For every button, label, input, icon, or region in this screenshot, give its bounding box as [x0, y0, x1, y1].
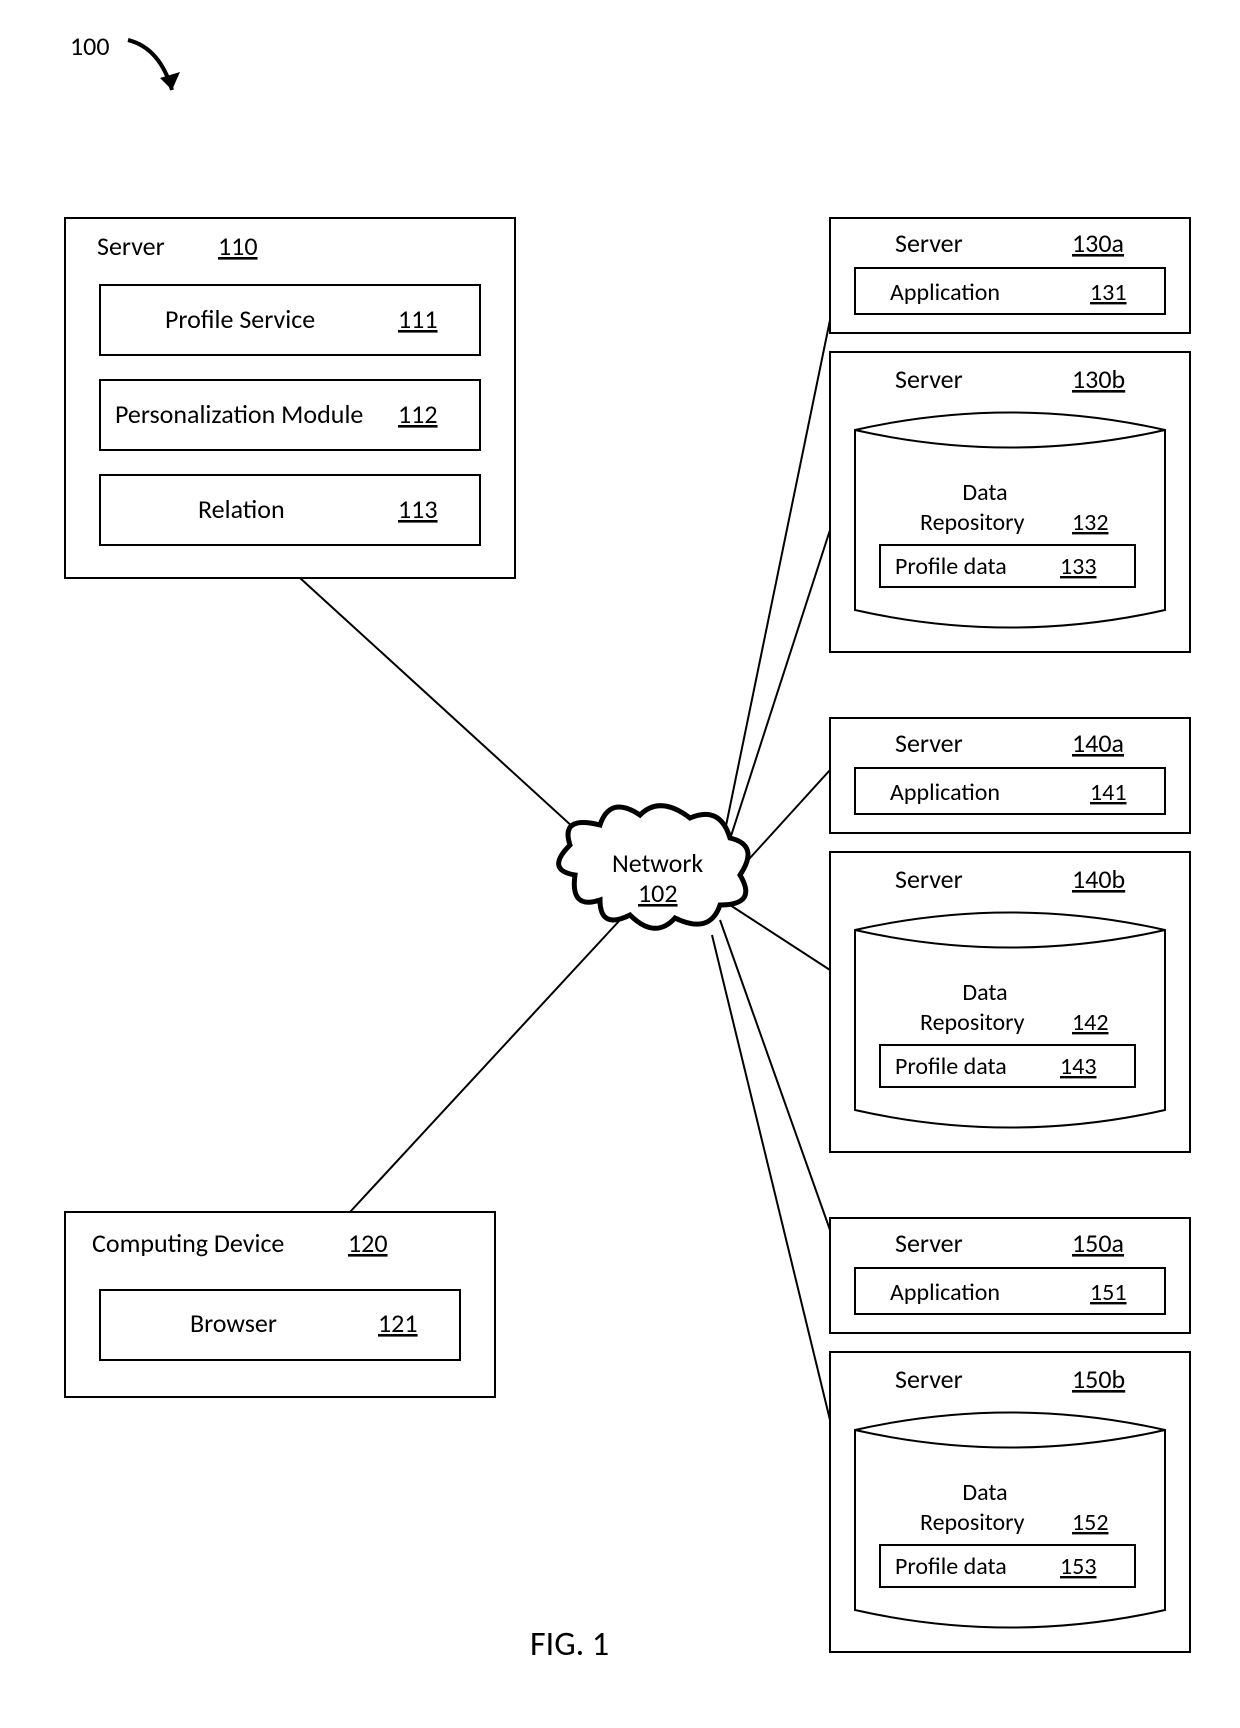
figure-caption: FIG. 1	[530, 1624, 609, 1665]
computing-device-ref: 120	[348, 1227, 388, 1259]
app-141-ref: 141	[1090, 778, 1127, 807]
repo-142-label-l1: Data	[962, 978, 1007, 1007]
app-151-label: Application	[890, 1278, 1000, 1307]
repo-142-ref: 142	[1072, 1008, 1109, 1037]
server-150a-title: Server	[895, 1227, 963, 1259]
server-130b-ref: 130b	[1072, 363, 1125, 395]
repo-132-label-l2: Repository	[920, 508, 1025, 537]
app-141-label: Application	[890, 778, 1000, 807]
computing-device-title: Computing Device	[92, 1227, 284, 1259]
browser-ref: 121	[378, 1307, 418, 1339]
server-150b-title: Server	[895, 1363, 963, 1395]
server-110-ref: 110	[218, 230, 258, 262]
app-server-150a: Server 150a Application 151	[830, 1218, 1190, 1333]
profile-143-label: Profile data	[895, 1052, 1007, 1081]
profile-service-label: Profile Service	[165, 303, 315, 335]
server-130a-ref: 130a	[1072, 227, 1124, 259]
app-server-140a: Server 140a Application 141	[830, 718, 1190, 833]
profile-143-ref: 143	[1060, 1052, 1097, 1081]
network-ref: 102	[638, 877, 678, 909]
server-150b-ref: 150b	[1072, 1363, 1125, 1395]
diagram-canvas: 100 Server 110 Profile Service 111 Perso…	[0, 0, 1240, 1728]
repo-152-label-l2: Repository	[920, 1508, 1025, 1537]
repo-152-ref: 152	[1072, 1508, 1109, 1537]
personalization-ref: 112	[398, 398, 438, 430]
profile-153-label: Profile data	[895, 1552, 1007, 1581]
repo-152-label-l1: Data	[962, 1478, 1007, 1507]
server-110-title: Server	[97, 230, 165, 262]
personalization-label: Personalization Module	[115, 398, 363, 430]
profile-153-ref: 153	[1060, 1552, 1097, 1581]
server-140b-ref: 140b	[1072, 863, 1125, 895]
server-110: Server 110 Profile Service 111 Personali…	[65, 218, 515, 578]
app-131-label: Application	[890, 278, 1000, 307]
relation-ref: 113	[398, 493, 438, 525]
server-140b-title: Server	[895, 863, 963, 895]
relation-label: Relation	[198, 493, 285, 525]
profile-service-ref: 111	[398, 303, 438, 335]
figure-ref: 100	[70, 30, 110, 62]
app-151-ref: 151	[1090, 1278, 1127, 1307]
repo-server-140b: Server 140b Data Repository 142 Profile …	[830, 852, 1190, 1152]
app-131-ref: 131	[1090, 278, 1127, 307]
profile-133-ref: 133	[1060, 552, 1097, 581]
computing-device: Computing Device 120 Browser 121	[65, 1212, 495, 1397]
repo-132-ref: 132	[1072, 508, 1109, 537]
figure-ref-arrow: 100	[70, 30, 180, 90]
app-server-130a: Server 130a Application 131	[830, 218, 1190, 333]
server-130a-title: Server	[895, 227, 963, 259]
browser-label: Browser	[190, 1307, 277, 1339]
server-140a-ref: 140a	[1072, 727, 1124, 759]
profile-133-label: Profile data	[895, 552, 1007, 581]
server-130b-title: Server	[895, 363, 963, 395]
server-150a-ref: 150a	[1072, 1227, 1124, 1259]
repo-142-label-l2: Repository	[920, 1008, 1025, 1037]
repo-132-label-l1: Data	[962, 478, 1007, 507]
server-140a-title: Server	[895, 727, 963, 759]
repo-server-150b: Server 150b Data Repository 152 Profile …	[830, 1352, 1190, 1652]
network-cloud: Network 102	[559, 806, 748, 929]
repo-server-130b: Server 130b Data Repository 132 Profile …	[830, 352, 1190, 652]
network-label: Network	[612, 847, 703, 879]
